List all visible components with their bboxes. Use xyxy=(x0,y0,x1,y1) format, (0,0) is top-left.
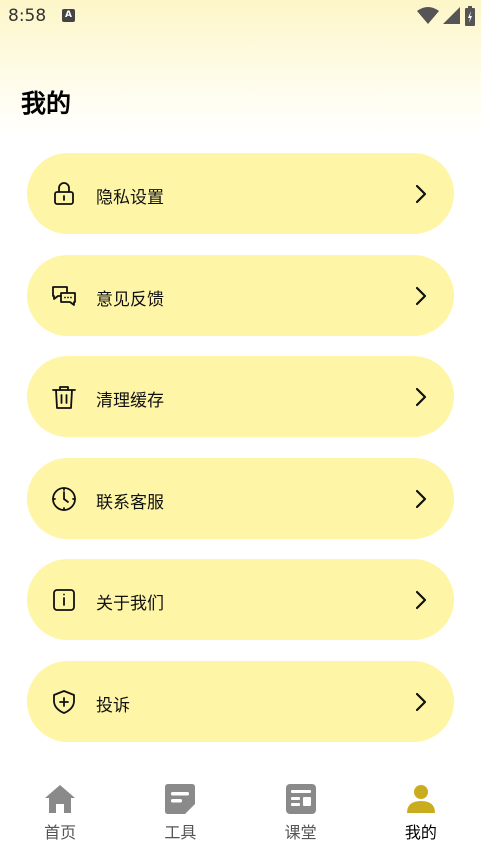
signal-icon xyxy=(443,7,460,24)
chevron-right-icon xyxy=(415,489,427,508)
bottom-tab-bar: 首页 工具 课堂 我的 xyxy=(0,770,481,855)
battery-icon xyxy=(465,6,475,26)
status-icons xyxy=(417,6,475,26)
status-time: 8:58 xyxy=(8,6,47,26)
menu-item-privacy-settings[interactable]: 隐私设置 xyxy=(27,153,454,234)
chevron-right-icon xyxy=(415,692,427,711)
lock-icon xyxy=(54,182,74,205)
status-bar: 8:58 A xyxy=(0,0,481,34)
tab-label: 课堂 xyxy=(284,823,317,842)
menu-list: 隐私设置 意见反馈 清理缓存 联系客服 关于我们 投诉 xyxy=(27,153,454,762)
info-icon xyxy=(53,589,75,611)
menu-item-about-us[interactable]: 关于我们 xyxy=(27,559,454,640)
shield-plus-icon xyxy=(53,689,75,714)
menu-item-clear-cache[interactable]: 清理缓存 xyxy=(27,356,454,437)
chevron-right-icon xyxy=(415,387,427,407)
menu-item-contact-support[interactable]: 联系客服 xyxy=(27,457,454,539)
classroom-icon xyxy=(285,784,316,814)
person-icon xyxy=(406,785,435,813)
chevron-right-icon xyxy=(415,184,427,204)
menu-item-label: 关于我们 xyxy=(96,594,164,614)
chat-bubbles-icon xyxy=(52,285,76,306)
trash-icon xyxy=(52,386,76,409)
menu-item-label: 联系客服 xyxy=(96,492,164,513)
menu-item-complaint[interactable]: 投诉 xyxy=(27,660,454,742)
menu-item-label: 隐私设置 xyxy=(96,188,164,208)
wifi-icon xyxy=(417,7,439,24)
chevron-right-icon xyxy=(415,590,427,610)
tab-label: 首页 xyxy=(44,823,77,842)
clock-icon xyxy=(52,486,76,511)
menu-item-feedback[interactable]: 意见反馈 xyxy=(27,254,454,336)
chevron-right-icon xyxy=(415,286,427,305)
menu-item-label: 投诉 xyxy=(96,695,130,716)
tab-classroom[interactable]: 课堂 xyxy=(241,770,361,855)
tools-icon xyxy=(165,784,196,814)
menu-item-label: 意见反馈 xyxy=(96,289,164,310)
page-title: 我的 xyxy=(21,89,72,118)
tab-home[interactable]: 首页 xyxy=(0,770,120,855)
tab-label: 我的 xyxy=(404,823,437,842)
tab-tools[interactable]: 工具 xyxy=(120,770,240,855)
home-icon xyxy=(45,785,76,813)
tab-mine[interactable]: 我的 xyxy=(361,770,481,855)
notification-icon: A xyxy=(62,9,75,22)
menu-item-label: 清理缓存 xyxy=(96,391,164,411)
tab-label: 工具 xyxy=(164,823,197,842)
